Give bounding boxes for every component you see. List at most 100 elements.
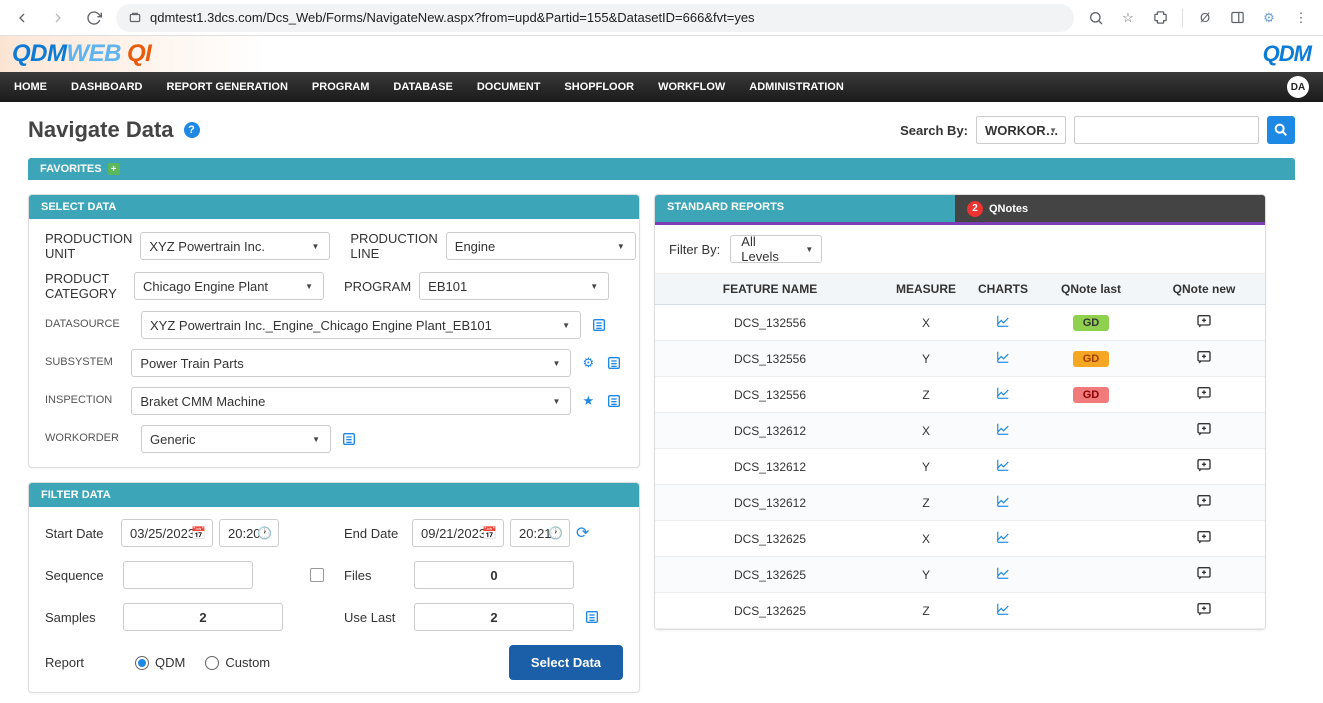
zoom-icon[interactable] xyxy=(1082,4,1110,32)
nav-program[interactable]: PROGRAM xyxy=(312,81,369,93)
qnote-new-icon[interactable] xyxy=(1195,457,1213,473)
workorder-list-icon[interactable] xyxy=(339,429,359,449)
search-input[interactable] xyxy=(1074,116,1259,144)
nav-database[interactable]: DATABASE xyxy=(393,81,452,93)
chart-icon[interactable] xyxy=(994,530,1012,544)
start-time-input[interactable]: 20:20🕐 xyxy=(219,519,279,547)
product-category-select[interactable]: Chicago Engine Plant xyxy=(134,272,324,300)
subsystem-list-icon[interactable] xyxy=(605,353,623,373)
qnote-new-icon[interactable] xyxy=(1195,349,1213,365)
calendar-icon[interactable]: 📅 xyxy=(482,526,497,540)
nav-administration[interactable]: ADMINISTRATION xyxy=(749,81,844,93)
table-row: DCS_132612Y xyxy=(655,449,1265,485)
table-row: DCS_132556ZGD xyxy=(655,377,1265,413)
col-qnote-new[interactable]: QNote new xyxy=(1143,274,1265,305)
chart-icon[interactable] xyxy=(994,422,1012,436)
start-date-label: Start Date xyxy=(45,526,115,541)
nav-report-generation[interactable]: REPORT GENERATION xyxy=(167,81,288,93)
qnote-new-icon[interactable] xyxy=(1195,493,1213,509)
refresh-icon[interactable]: ⟳ xyxy=(576,523,589,543)
qnote-new-icon[interactable] xyxy=(1195,565,1213,581)
nav-shopfloor[interactable]: SHOPFLOOR xyxy=(564,81,634,93)
nav-document[interactable]: DOCUMENT xyxy=(477,81,541,93)
chart-icon[interactable] xyxy=(994,386,1012,400)
chart-icon[interactable] xyxy=(994,566,1012,580)
use-last-input[interactable]: 2 xyxy=(414,603,574,631)
files-input[interactable]: 0 xyxy=(414,561,574,589)
select-data-button[interactable]: Select Data xyxy=(509,645,623,680)
extension-icon[interactable] xyxy=(1146,4,1174,32)
end-date-input[interactable]: 09/21/2023📅 xyxy=(412,519,504,547)
forward-button[interactable] xyxy=(44,4,72,32)
qnote-new-icon[interactable] xyxy=(1195,601,1213,617)
feature-name-cell: DCS_132556 xyxy=(655,305,885,341)
clock-icon[interactable]: 🕐 xyxy=(548,526,563,540)
table-row: DCS_132612X xyxy=(655,413,1265,449)
inspection-star-icon[interactable]: ★ xyxy=(579,391,597,411)
back-button[interactable] xyxy=(8,4,36,32)
reload-button[interactable] xyxy=(80,4,108,32)
search-button[interactable] xyxy=(1267,116,1295,144)
chart-icon[interactable] xyxy=(994,494,1012,508)
url-text: qdmtest1.3dcs.com/Dcs_Web/Forms/Navigate… xyxy=(150,10,755,25)
datasource-list-icon[interactable] xyxy=(589,315,609,335)
program-select[interactable]: EB101 xyxy=(419,272,609,300)
inspection-list-icon[interactable] xyxy=(605,391,623,411)
production-line-select[interactable]: Engine xyxy=(446,232,636,260)
search-by-select[interactable]: WORKOR… xyxy=(976,116,1066,144)
sequence-checkbox[interactable] xyxy=(310,568,324,582)
measure-cell: X xyxy=(885,521,967,557)
qnotes-tab[interactable]: 2 QNotes xyxy=(955,195,1265,222)
feature-name-cell: DCS_132612 xyxy=(655,485,885,521)
menu-icon[interactable]: ⋮ xyxy=(1287,4,1315,32)
col-feature-name[interactable]: FEATURE NAME xyxy=(655,274,885,305)
col-charts[interactable]: CHARTS xyxy=(967,274,1039,305)
workorder-select[interactable]: Generic xyxy=(141,425,331,453)
sequence-label: Sequence xyxy=(45,568,115,583)
report-qdm-radio[interactable]: QDM xyxy=(135,655,185,670)
nav-home[interactable]: HOME xyxy=(14,81,47,93)
measure-cell: Z xyxy=(885,485,967,521)
chart-icon[interactable] xyxy=(994,602,1012,616)
report-custom-radio[interactable]: Custom xyxy=(205,655,270,670)
subsystem-select[interactable]: Power Train Parts xyxy=(131,349,571,377)
favorites-bar[interactable]: FAVORITES + xyxy=(28,158,1295,180)
chart-icon[interactable] xyxy=(994,350,1012,364)
qnote-new-icon[interactable] xyxy=(1195,421,1213,437)
sequence-input[interactable] xyxy=(123,561,253,589)
nav-dashboard[interactable]: DASHBOARD xyxy=(71,81,143,93)
qnote-last-cell: GD xyxy=(1039,377,1143,413)
chart-icon[interactable] xyxy=(994,314,1012,328)
add-favorite-icon[interactable]: + xyxy=(108,163,120,175)
samples-input[interactable]: 2 xyxy=(123,603,283,631)
col-measure[interactable]: MEASURE xyxy=(885,274,967,305)
profile-icon[interactable]: ⚙ xyxy=(1255,4,1283,32)
user-avatar[interactable]: DA xyxy=(1287,76,1309,98)
clock-icon[interactable]: 🕐 xyxy=(257,526,272,540)
url-bar[interactable]: qdmtest1.3dcs.com/Dcs_Web/Forms/Navigate… xyxy=(116,4,1074,32)
calendar-icon[interactable]: 📅 xyxy=(191,526,206,540)
qnote-badge[interactable]: GD xyxy=(1073,387,1110,403)
qnote-new-icon[interactable] xyxy=(1195,313,1213,329)
production-unit-select[interactable]: XYZ Powertrain Inc. xyxy=(140,232,330,260)
qnote-new-icon[interactable] xyxy=(1195,385,1213,401)
qnote-badge[interactable]: GD xyxy=(1073,315,1110,331)
chart-icon[interactable] xyxy=(994,458,1012,472)
col-qnote-last[interactable]: QNote last xyxy=(1039,274,1143,305)
start-date-input[interactable]: 03/25/2023📅 xyxy=(121,519,213,547)
subsystem-gear-icon[interactable]: ⚙ xyxy=(579,353,597,373)
use-last-list-icon[interactable] xyxy=(582,607,602,627)
site-info-icon xyxy=(128,11,142,25)
end-time-input[interactable]: 20:21🕐 xyxy=(510,519,570,547)
qnote-badge[interactable]: GD xyxy=(1073,351,1110,367)
datasource-select[interactable]: XYZ Powertrain Inc._Engine_Chicago Engin… xyxy=(141,311,581,339)
filter-by-select[interactable]: All Levels xyxy=(730,235,822,263)
select-data-panel: SELECT DATA PRODUCTION UNIT XYZ Powertra… xyxy=(28,194,640,468)
sidepanel-icon[interactable] xyxy=(1223,4,1251,32)
inspection-select[interactable]: Braket CMM Machine xyxy=(131,387,571,415)
bookmark-icon[interactable]: ☆ xyxy=(1114,4,1142,32)
nav-workflow[interactable]: WORKFLOW xyxy=(658,81,725,93)
help-icon[interactable]: ? xyxy=(184,122,200,138)
qnote-new-icon[interactable] xyxy=(1195,529,1213,545)
omega-icon[interactable]: Ø xyxy=(1191,4,1219,32)
